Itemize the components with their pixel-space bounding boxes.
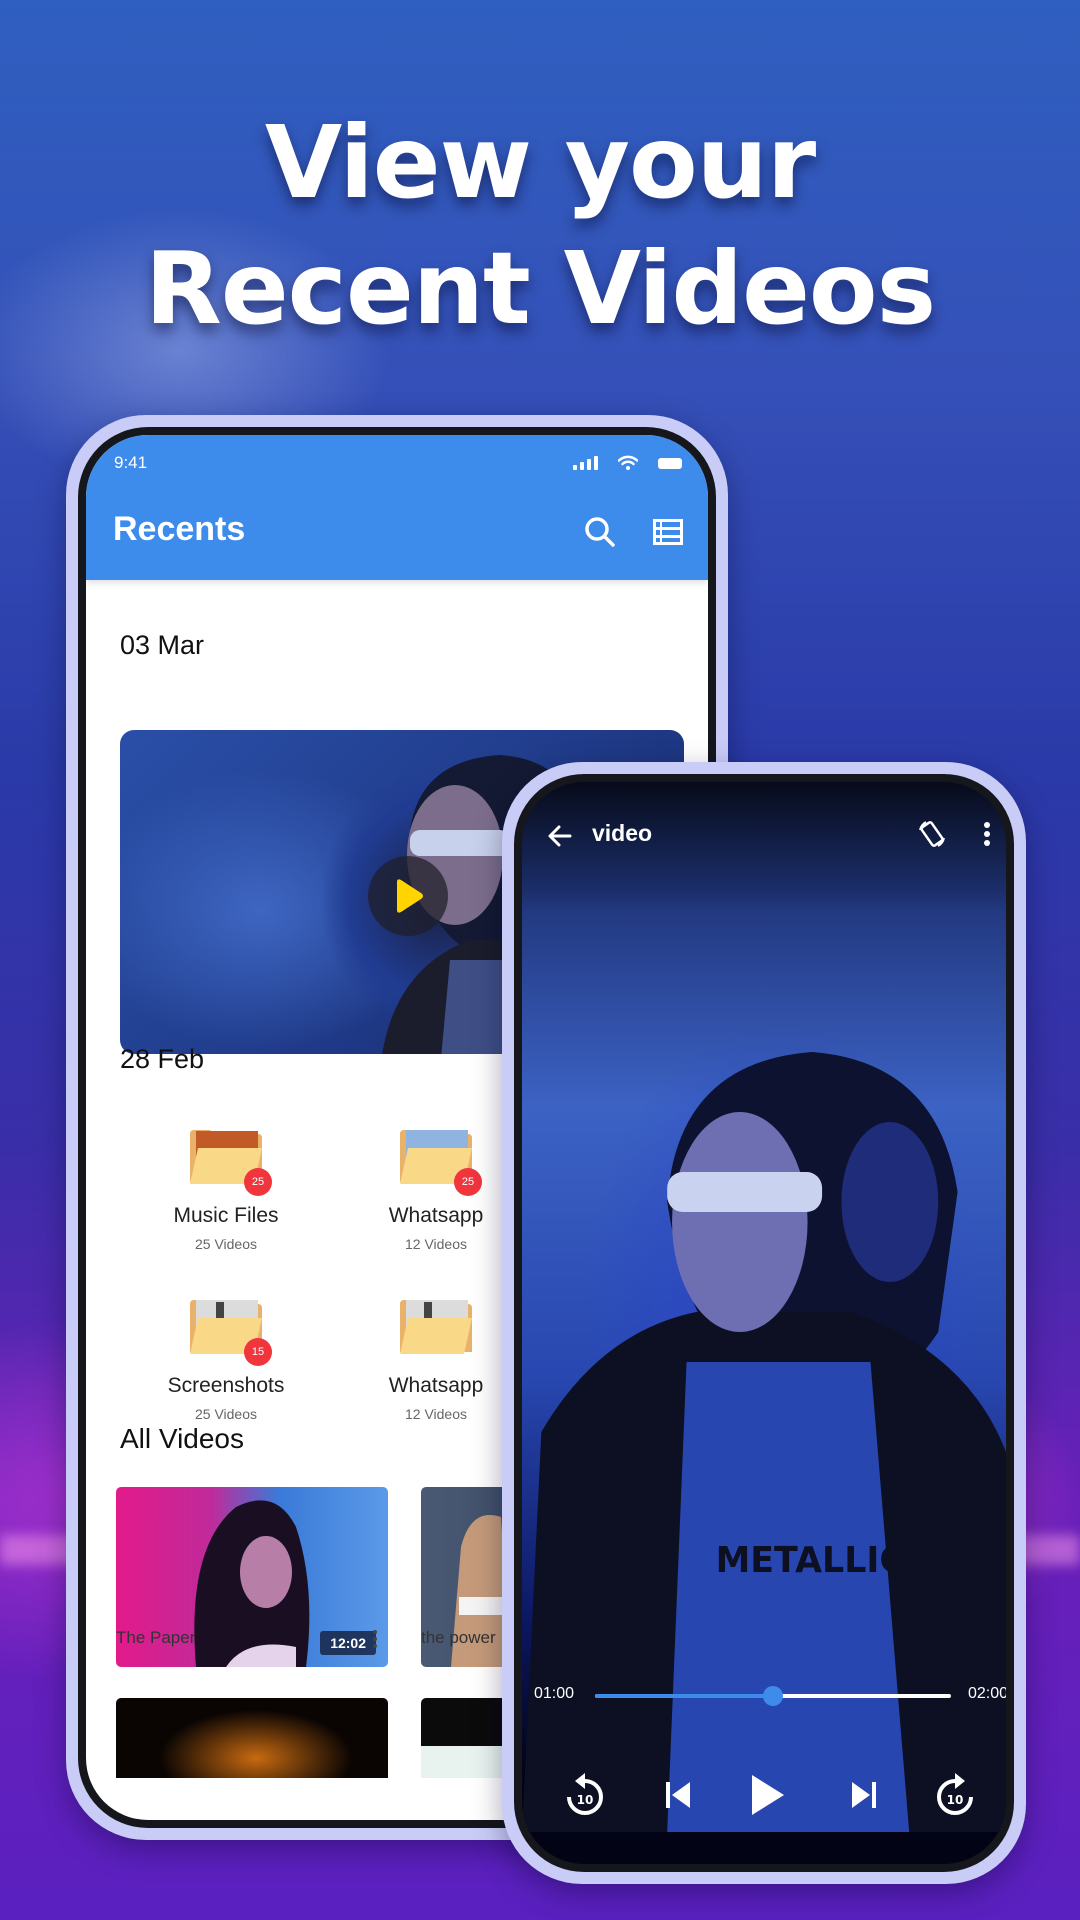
video-count-badge: 15 — [244, 1338, 272, 1366]
video-player-screen: METALLICA video 01:00 02:00 10 10 — [522, 782, 1006, 1864]
video-count-badge: 25 — [454, 1168, 482, 1196]
more-vertical-icon[interactable] — [984, 822, 990, 846]
replay-seconds: 10 — [577, 1793, 594, 1807]
play-button[interactable] — [740, 1767, 796, 1823]
headline-line-2: Recent Videos — [144, 230, 936, 347]
folder-item[interactable]: 15 Screenshots 25 Videos — [121, 1298, 331, 1422]
forward-10-icon: 10 — [937, 1773, 973, 1815]
seek-progress — [595, 1694, 773, 1698]
page-title: Recents — [113, 510, 246, 548]
video-title: The Paper — [116, 1628, 196, 1647]
section-title: All Videos — [120, 1423, 245, 1454]
replay-10-icon: 10 — [567, 1773, 603, 1815]
seek-bar[interactable] — [595, 1686, 951, 1706]
folder-name: Music Files — [173, 1204, 279, 1227]
status-bar: 9:41 — [114, 451, 682, 475]
playback-controls: 10 10 — [522, 1767, 1006, 1827]
date-heading: 03 Mar — [120, 630, 205, 660]
wifi-icon — [618, 455, 638, 470]
folder-icon: 25 — [188, 1128, 272, 1196]
folder-video-count: 25 Videos — [194, 1406, 257, 1422]
total-time: 02:00 — [968, 1685, 1006, 1702]
current-time: 01:00 — [534, 1685, 575, 1702]
svg-text:METALLICA: METALLICA — [716, 1539, 933, 1581]
video-frame-image: METALLICA — [522, 1052, 1006, 1832]
skip-previous-button[interactable] — [650, 1767, 706, 1823]
signal-icon — [573, 456, 598, 470]
status-time: 9:41 — [114, 453, 148, 472]
forward-10-button[interactable]: 10 — [927, 1767, 983, 1823]
player-phone-mockup: METALLICA video 01:00 02:00 10 10 — [502, 762, 1026, 1884]
player-top-bar: video — [522, 812, 1006, 862]
search-icon[interactable] — [583, 515, 617, 549]
folder-item[interactable]: 25 Music Files 25 Videos — [121, 1128, 331, 1252]
folder-name: Screenshots — [167, 1374, 285, 1397]
headline-line-1: View your — [264, 104, 816, 221]
forward-seconds: 10 — [947, 1793, 964, 1807]
video-title: the power — [421, 1628, 496, 1647]
date-heading: 28 Feb — [120, 1044, 205, 1074]
battery-icon — [658, 457, 682, 469]
more-vertical-icon[interactable] — [373, 1630, 377, 1648]
replay-10-button[interactable]: 10 — [557, 1767, 613, 1823]
play-icon — [397, 879, 423, 913]
folder-icon — [398, 1298, 474, 1356]
folder-icon: 15 — [188, 1298, 272, 1366]
folder-video-count: 25 Videos — [194, 1236, 257, 1252]
play-icon — [752, 1775, 784, 1815]
folder-icon: 25 — [398, 1128, 482, 1196]
skip-next-icon — [852, 1782, 876, 1808]
screen-rotate-icon[interactable] — [916, 818, 948, 850]
video-duration: 12:02 — [320, 1631, 376, 1655]
seek-thumb[interactable] — [763, 1686, 783, 1706]
promo-headline: View your Recent Videos — [0, 100, 1080, 352]
video-title: video — [592, 820, 653, 846]
app-bar: 9:41 Recents — [86, 435, 708, 580]
phone-bezel: METALLICA video 01:00 02:00 10 10 — [514, 774, 1014, 1872]
video-count-badge: 25 — [244, 1168, 272, 1196]
skip-previous-icon — [666, 1782, 690, 1808]
skip-next-button[interactable] — [836, 1767, 892, 1823]
video-thumbnail[interactable] — [116, 1698, 388, 1778]
play-button[interactable] — [368, 856, 448, 936]
back-arrow-icon[interactable] — [546, 822, 574, 850]
list-view-icon[interactable] — [651, 515, 685, 549]
